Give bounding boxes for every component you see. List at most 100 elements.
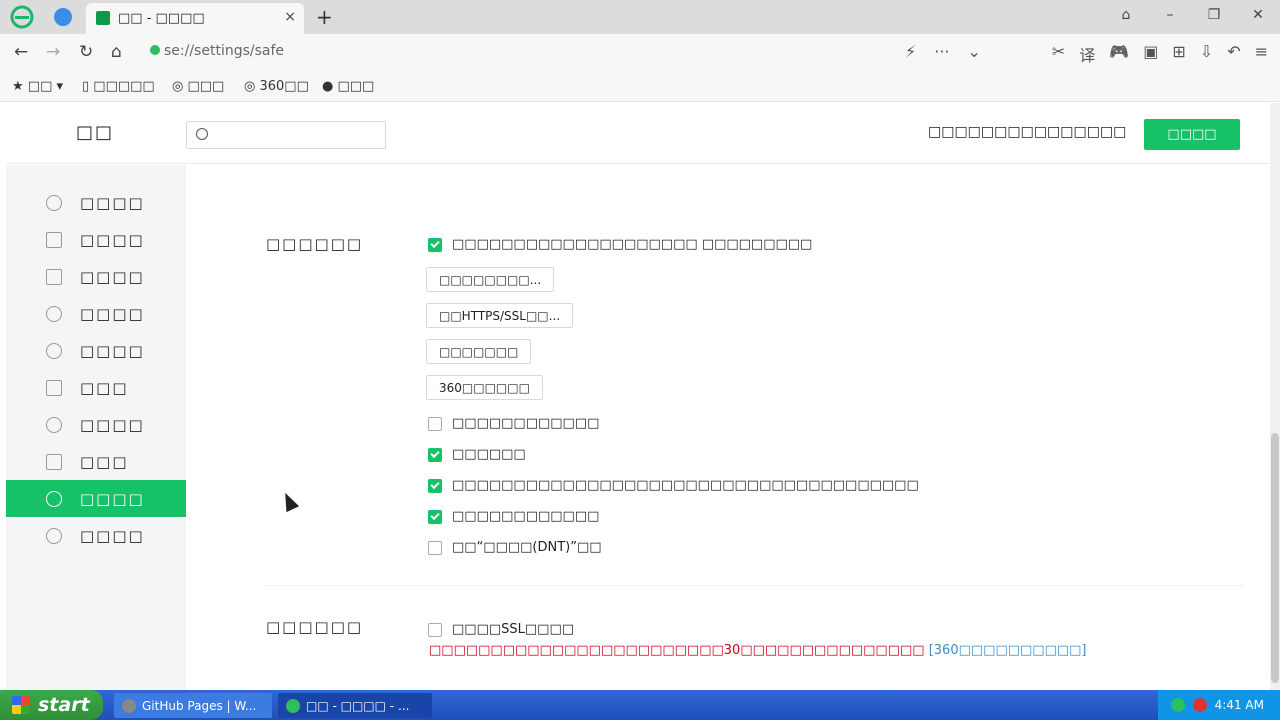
settings-button-3[interactable]: □□□□□□□ (426, 339, 532, 364)
sidebar-item-mouse[interactable]: □□□□ (6, 333, 186, 369)
option-label: □□□□□□ (452, 447, 526, 462)
checkbox[interactable] (428, 478, 442, 493)
bookmark-mobile[interactable]: ▯ □□□□□ (82, 79, 155, 94)
back-button[interactable]: ← (14, 42, 28, 62)
taskbar-item-label: □□ - □□□□ - ... (306, 698, 410, 713)
page-scrollbar[interactable] (1270, 103, 1280, 690)
shield-tray-icon[interactable] (1192, 698, 1207, 712)
sidebar-item-speed[interactable]: □□□□ (6, 296, 186, 332)
pinned-tab-icon[interactable] (54, 8, 72, 26)
option-label: □□□□SSL□□□□ (452, 622, 575, 637)
new-tab-button[interactable]: + (316, 5, 333, 29)
search-input[interactable] (186, 121, 386, 149)
tab-close-icon[interactable]: × (284, 9, 296, 25)
option-label: □□□□□□□□□□□□□□□□□□□□ □□□□□□□□□ (452, 237, 813, 252)
gear-icon (46, 195, 62, 211)
option-row[interactable]: □□□□□□ (428, 447, 526, 462)
sidebar-item-advanced[interactable]: □□□□ (6, 407, 186, 443)
settings-content: □□□□□□ □□□□□□□□□□□□□□□□□□□□ □□□□□□□□□ □□… (186, 165, 1266, 690)
bookmark-favorites[interactable]: ★ □□ ▾ (12, 79, 63, 94)
shield-icon (46, 490, 62, 507)
url-text: se://settings/safe (164, 43, 285, 59)
bookmark-site-1[interactable]: ◎ □□□ (172, 79, 224, 94)
settings-button-1[interactable]: □□□□□□□□... (426, 267, 555, 292)
dnt-option-row[interactable]: □□“□□□□(DNT)”□□ (428, 540, 602, 555)
window-icon (46, 232, 62, 248)
sidebar-item-image[interactable]: □□□ (6, 370, 186, 406)
start-label: start (38, 694, 90, 716)
sidebar-item-lab[interactable]: □□□ (6, 444, 186, 480)
warning-link[interactable]: [360□□□□□□□□□□] (929, 643, 1087, 658)
active-tab[interactable]: □□ - □□□□ × (86, 3, 304, 34)
chevron-down-icon[interactable]: ⌄ (968, 42, 981, 61)
minimize-button[interactable]: – (1148, 0, 1192, 30)
checkbox[interactable] (428, 447, 442, 462)
video-icon[interactable]: ▣ (1143, 42, 1158, 66)
reload-button[interactable]: ↻ (79, 42, 93, 62)
bookmark-site-2[interactable]: ● □□□ (322, 79, 374, 94)
sidebar-item-label: □□□□ (80, 194, 145, 212)
settings-favicon-icon (96, 11, 110, 25)
header-tip: □□□□□□□□□□□□□□□ (928, 124, 1127, 140)
option-row[interactable]: □□□□□□□□□□□□ (428, 509, 599, 524)
taskbar-item-browser[interactable]: □□ - □□□□ - ... (278, 693, 432, 718)
option-row[interactable]: □□□□□□□□□□□□□□□□□□□□□□□□□□□□□□□□□□□□□□ (428, 478, 919, 493)
search-icon (196, 128, 208, 140)
checkbox[interactable] (428, 416, 442, 431)
option-label: □□“□□□□(DNT)”□□ (452, 540, 602, 555)
raccoon-icon (122, 698, 136, 713)
undo-icon[interactable]: ↶ (1227, 42, 1240, 66)
section-title-ssl: □□□□□□ (266, 618, 364, 636)
start-button[interactable]: start (0, 690, 103, 720)
url-field[interactable]: se://settings/safe (150, 43, 284, 59)
sidebar-item-label: □□□□ (80, 416, 145, 434)
home-button[interactable]: ⌂ (111, 42, 122, 62)
translate-icon[interactable]: 译 (1079, 42, 1095, 66)
option-label: □□□□□□□□□□□□□□□□□□□□□□□□□□□□□□□□□□□□□□ (452, 478, 919, 493)
sidebar-item-adblock[interactable]: □□□□ (6, 518, 186, 554)
close-window-button[interactable]: ✕ (1236, 0, 1280, 30)
checkbox[interactable] (428, 237, 442, 252)
option-row[interactable]: □□□□□□□□□□□□ (428, 416, 599, 431)
tab-title: □□ - □□□□ (118, 11, 205, 26)
option-label: □□□□□□□□□□□□ (452, 416, 600, 431)
skin-icon[interactable]: ⌂ (1104, 0, 1148, 30)
ssl-option-row[interactable]: □□□□SSL□□□□ (428, 622, 574, 637)
mouse-icon (46, 343, 62, 359)
sidebar-item-label: □□□□ (80, 305, 145, 323)
checkbox[interactable] (428, 509, 442, 524)
option-label: □□□□□□□□□□□□ (452, 509, 600, 524)
forward-button[interactable]: → (46, 42, 60, 62)
page-title: □□ (76, 122, 115, 143)
block-icon (46, 528, 62, 544)
bookmark-360[interactable]: ◎ 360□□ (244, 79, 309, 94)
sidebar-item-security[interactable]: □□□□ (6, 480, 186, 517)
restore-button[interactable]: ❐ (1192, 0, 1236, 30)
apps-icon[interactable]: ⊞ (1172, 42, 1185, 66)
speed-mode-icon[interactable]: ⚡ (905, 42, 916, 61)
https-ssl-button[interactable]: □□HTTPS/SSL□□... (426, 303, 574, 328)
checkbox[interactable] (428, 622, 442, 637)
settings-page: □□ □□□□□□□□□□□□□□□ □□□□ □□□□ □□□□ □□□□ □… (6, 103, 1274, 690)
sidebar-item-interface[interactable]: □□□□ (6, 259, 186, 295)
sidebar-item-basic[interactable]: □□□□ (6, 185, 186, 221)
scrollbar-thumb[interactable] (1271, 433, 1279, 683)
checkbox[interactable] (428, 540, 442, 555)
game-icon[interactable]: 🎮 (1109, 42, 1129, 66)
download-icon[interactable]: ⇩ (1200, 42, 1213, 66)
main-option-row[interactable]: □□□□□□□□□□□□□□□□□□□□ □□□□□□□□□ (428, 237, 812, 252)
menu-icon[interactable]: ≡ (1255, 42, 1268, 66)
laptop-icon (46, 269, 62, 285)
sidebar-item-tabs[interactable]: □□□□ (6, 222, 186, 258)
image-icon (46, 380, 62, 396)
security-tray-icon[interactable] (1170, 698, 1185, 712)
sidebar-item-label: □□□□ (80, 231, 145, 249)
screenshot-icon[interactable]: ✂ (1052, 42, 1065, 66)
toolbar-icons: ✂ 译 🎮 ▣ ⊞ ⇩ ↶ ≡ (1052, 42, 1268, 66)
taskbar-item-github[interactable]: GitHub Pages | W... (114, 693, 272, 718)
more-icon[interactable]: ··· (934, 42, 949, 61)
settings-button-360[interactable]: 360□□□□□□ (426, 375, 543, 400)
sidebar-item-label: □□□ (80, 379, 129, 397)
header-action-button[interactable]: □□□□ (1144, 119, 1240, 150)
ssl-warning-text: □□□□□□□□□□□□□□□□□□□□□□□□30□□□□□□□□□□□□□□… (429, 643, 1087, 658)
